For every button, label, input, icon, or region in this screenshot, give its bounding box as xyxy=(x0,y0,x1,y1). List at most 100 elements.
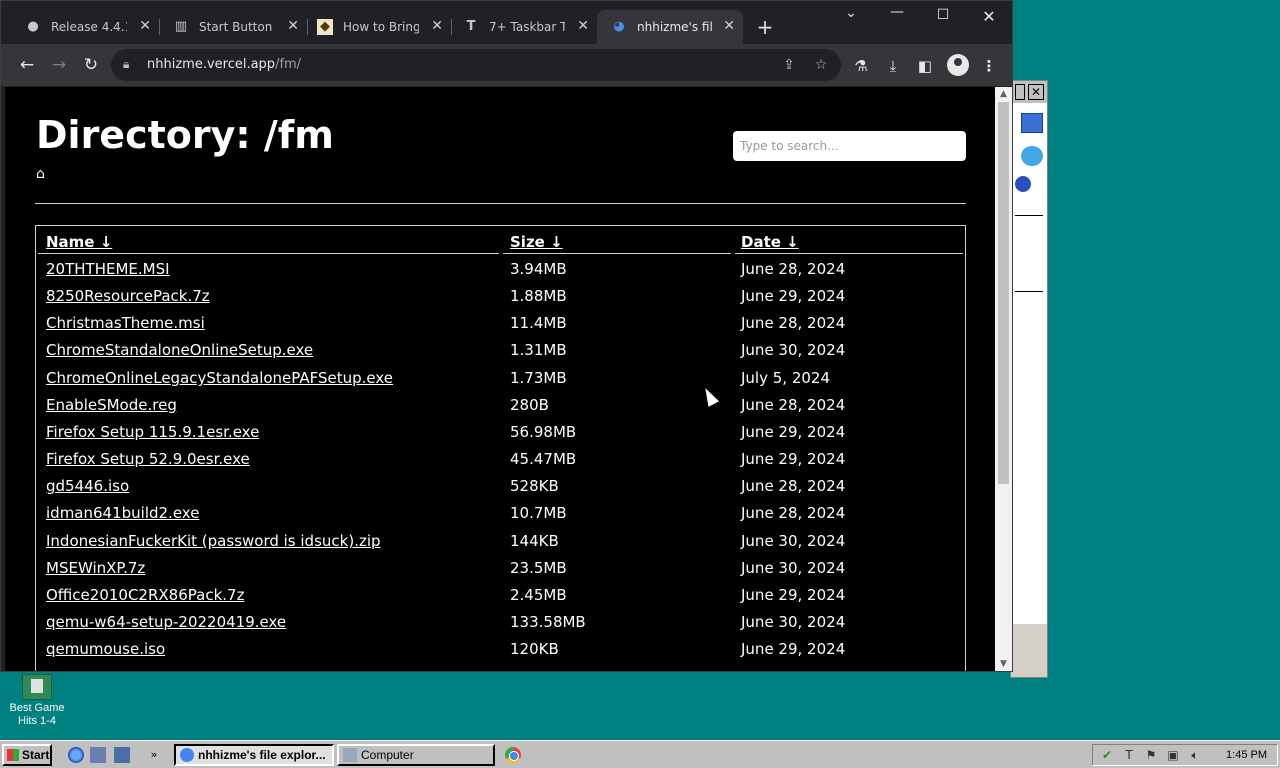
maximize-icon[interactable] xyxy=(1015,84,1025,100)
file-date: June 29, 2024 xyxy=(741,287,846,305)
table-row: ChromeOnlineLegacyStandalonePAFSetup.exe… xyxy=(36,369,965,396)
security-shield-icon[interactable]: ✔ xyxy=(1099,748,1115,762)
page-title: Directory: /fm xyxy=(36,113,334,157)
search-input[interactable] xyxy=(733,131,966,161)
search-icon[interactable] xyxy=(1021,113,1043,133)
close-tab-icon[interactable]: ✕ xyxy=(577,18,589,34)
file-link[interactable]: Firefox Setup 52.9.0esr.exe xyxy=(46,450,250,468)
outlook-icon[interactable] xyxy=(90,747,106,763)
file-link[interactable]: qemumouse.iso xyxy=(46,640,165,658)
file-size: 1.73MB xyxy=(510,369,567,387)
file-link[interactable]: ChromeOnlineLegacyStandalonePAFSetup.exe xyxy=(46,369,393,387)
file-link[interactable]: Office2010C2RX86Pack.7z xyxy=(46,586,244,604)
back-icon[interactable]: ← xyxy=(15,53,39,77)
tab-search-icon[interactable]: ⌄ xyxy=(841,5,861,21)
chrome-icon[interactable] xyxy=(505,747,521,763)
start-button[interactable]: Start xyxy=(2,744,52,766)
menu-kebab-icon[interactable]: ⋮ xyxy=(978,55,1000,77)
url-text[interactable]: nhhizme.vercel.app/fm/ xyxy=(147,57,301,72)
sort-by-name-header[interactable]: Name ↓ xyxy=(46,233,112,251)
reload-icon[interactable]: ↻ xyxy=(79,53,103,77)
header-divider xyxy=(503,253,731,254)
lock-icon[interactable]: 🔒︎ xyxy=(123,57,139,73)
close-tab-icon[interactable]: ✕ xyxy=(431,18,443,34)
file-link[interactable]: 20THTHEME.MSI xyxy=(46,260,170,278)
scroll-up-icon[interactable]: ▲ xyxy=(995,87,1012,101)
computer-icon xyxy=(343,748,357,762)
taskbar: Start » nhhizme's file explor... Compute… xyxy=(0,740,1280,768)
table-row: 8250ResourcePack.7z 1.88MB June 29, 2024 xyxy=(36,287,965,314)
file-size: 133.58MB xyxy=(510,613,586,631)
file-date: June 29, 2024 xyxy=(741,586,846,604)
side-panel-icon[interactable]: ◧ xyxy=(914,55,936,77)
scrollbar-thumb[interactable] xyxy=(998,102,1009,484)
address-bar[interactable]: 🔒︎ nhhizme.vercel.app/fm/ ⇪ ☆ xyxy=(111,49,841,81)
table-row: ChromeStandaloneOnlineSetup.exe 1.31MB J… xyxy=(36,341,965,368)
close-window-icon[interactable]: ✕ xyxy=(979,7,999,26)
bookmark-star-icon[interactable]: ☆ xyxy=(811,55,831,75)
file-size: 144KB xyxy=(510,532,559,550)
maximize-icon[interactable]: ☐ xyxy=(933,7,953,23)
vercel-app-icon: ◕ xyxy=(613,19,625,34)
table-row: idman641build2.exe 10.7MB June 28, 2024 xyxy=(36,504,965,531)
volume-icon[interactable]: 🔈︎ xyxy=(1187,748,1203,762)
close-icon[interactable]: ✕ xyxy=(1028,84,1044,100)
close-tab-icon[interactable]: ✕ xyxy=(139,18,151,34)
file-link[interactable]: Firefox Setup 115.9.1esr.exe xyxy=(46,423,259,441)
file-date: June 28, 2024 xyxy=(741,477,846,495)
tab-7-taskbar-tweaker[interactable]: T 7+ Taskbar Twe ✕ xyxy=(449,10,597,44)
globe-icon[interactable] xyxy=(1021,146,1043,166)
file-link[interactable]: IndonesianFuckerKit (password is idsuck)… xyxy=(46,532,381,550)
file-link[interactable]: ChristmasTheme.msi xyxy=(46,314,205,332)
help-icon[interactable] xyxy=(1015,176,1031,192)
file-link[interactable]: MSEWinXP.7z xyxy=(46,559,145,577)
desktop-icon-best-game-hits[interactable]: Best Game Hits 1-4 xyxy=(6,672,68,728)
tab-release[interactable]: ● Release 4.4.191 ✕ xyxy=(11,10,159,44)
forward-icon[interactable]: → xyxy=(47,53,71,77)
download-icon[interactable]: ⤓ xyxy=(882,55,904,77)
file-link[interactable]: ChromeStandaloneOnlineSetup.exe xyxy=(46,341,313,359)
file-link[interactable]: qemu-w64-setup-20220419.exe xyxy=(46,613,286,631)
sort-by-date-header[interactable]: Date ↓ xyxy=(741,233,799,251)
file-link[interactable]: EnableSMode.reg xyxy=(46,396,177,414)
share-icon[interactable]: ⇪ xyxy=(779,55,799,75)
home-icon[interactable]: ⌂ xyxy=(36,167,50,181)
close-tab-icon[interactable]: ✕ xyxy=(723,18,735,34)
taskbar-button-computer[interactable]: Computer xyxy=(337,744,495,766)
table-row: EnableSMode.reg 280B June 28, 2024 xyxy=(36,396,965,423)
show-desktop-icon[interactable] xyxy=(114,747,130,763)
tab-file-explorer[interactable]: ◕ nhhizme's file ex ✕ xyxy=(597,10,743,44)
network-icon[interactable]: ▣ xyxy=(1165,748,1181,762)
vertical-scrollbar[interactable]: ▲ ▼ xyxy=(995,87,1012,671)
7tt-tray-icon[interactable]: T xyxy=(1121,748,1137,762)
flag-icon[interactable]: ⚑ xyxy=(1143,748,1159,762)
profile-avatar-icon[interactable] xyxy=(947,54,969,76)
tab-start-button[interactable]: ▥ Start Button : cla ✕ xyxy=(159,10,307,44)
scroll-down-icon[interactable]: ▼ xyxy=(995,657,1012,671)
new-tab-button[interactable]: + xyxy=(755,15,775,39)
ie-icon[interactable] xyxy=(68,747,84,763)
file-date: July 5, 2024 xyxy=(741,369,830,387)
file-link[interactable]: idman641build2.exe xyxy=(46,504,199,522)
file-date: June 29, 2024 xyxy=(741,423,846,441)
minimize-icon[interactable]: — xyxy=(887,4,907,20)
background-window: ✕ xyxy=(1010,80,1048,678)
labs-flask-icon[interactable]: ⚗ xyxy=(850,55,872,77)
file-date: June 29, 2024 xyxy=(741,450,846,468)
tab-how-to-bring-back[interactable]: ◆ How to Bring Ba ✕ xyxy=(303,10,451,44)
divider xyxy=(1015,215,1043,216)
file-link[interactable]: gd5446.iso xyxy=(46,477,129,495)
quicklaunch-more-icon[interactable]: » xyxy=(146,747,162,763)
file-size: 1.31MB xyxy=(510,341,567,359)
clock[interactable]: 1:45 PM xyxy=(1226,748,1267,762)
table-row: gd5446.iso 528KB June 28, 2024 xyxy=(36,477,965,504)
file-link[interactable]: 8250ResourcePack.7z xyxy=(46,287,210,305)
chrome-icon xyxy=(180,748,194,762)
file-date: June 30, 2024 xyxy=(741,613,846,631)
file-table: Name ↓ Size ↓ Date ↓ 20THTHEME.MSI 3.94M… xyxy=(35,225,966,671)
taskbar-button-browser[interactable]: nhhizme's file explor... xyxy=(174,744,334,766)
file-date: June 28, 2024 xyxy=(741,504,846,522)
tab-title: Start Button : cla xyxy=(199,20,275,34)
sort-by-size-header[interactable]: Size ↓ xyxy=(510,233,563,251)
close-tab-icon[interactable]: ✕ xyxy=(287,18,299,34)
